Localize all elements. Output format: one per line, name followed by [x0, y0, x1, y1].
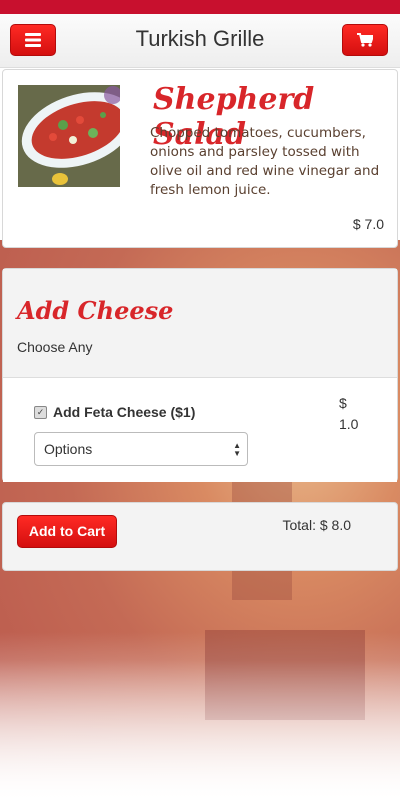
cart-summary-card: Add to Cart Total: $ 8.0 — [2, 502, 398, 571]
menu-item-card: Shepherd Salad Chopped tomatoes, cucumbe… — [2, 69, 398, 248]
order-total: Total: $ 8.0 — [282, 517, 352, 533]
item-price: $ 7.0 — [352, 216, 384, 232]
option-row: ✓ Add Feta Cheese ($1) $ 1.0 Options ▲ ▼ — [3, 378, 397, 482]
feta-checkbox[interactable]: ✓ — [34, 406, 47, 419]
option-label[interactable]: Add Feta Cheese ($1) — [53, 404, 195, 420]
options-header: Add Cheese Choose Any — [3, 269, 397, 378]
select-arrows-icon: ▲ ▼ — [233, 441, 241, 458]
options-subtitle: Choose Any — [17, 339, 93, 355]
background-fade — [0, 660, 400, 800]
option-price: $ 1.0 — [339, 395, 359, 432]
select-value: Options — [44, 441, 93, 457]
top-accent-bar — [0, 0, 400, 14]
cart-button[interactable] — [342, 24, 388, 56]
options-card: Add Cheese Choose Any ✓ Add Feta Cheese … — [2, 268, 398, 482]
salad-photo — [18, 85, 120, 187]
restaurant-title: Turkish Grille — [135, 26, 265, 51]
add-to-cart-button[interactable]: Add to Cart — [17, 515, 117, 548]
app-header: Turkish Grille — [0, 14, 400, 68]
item-description: Chopped tomatoes, cucumbers, onions and … — [150, 125, 380, 198]
options-title: Add Cheese — [17, 296, 174, 325]
shopping-cart-icon — [357, 33, 373, 47]
options-select[interactable]: Options ▲ ▼ — [34, 432, 248, 466]
